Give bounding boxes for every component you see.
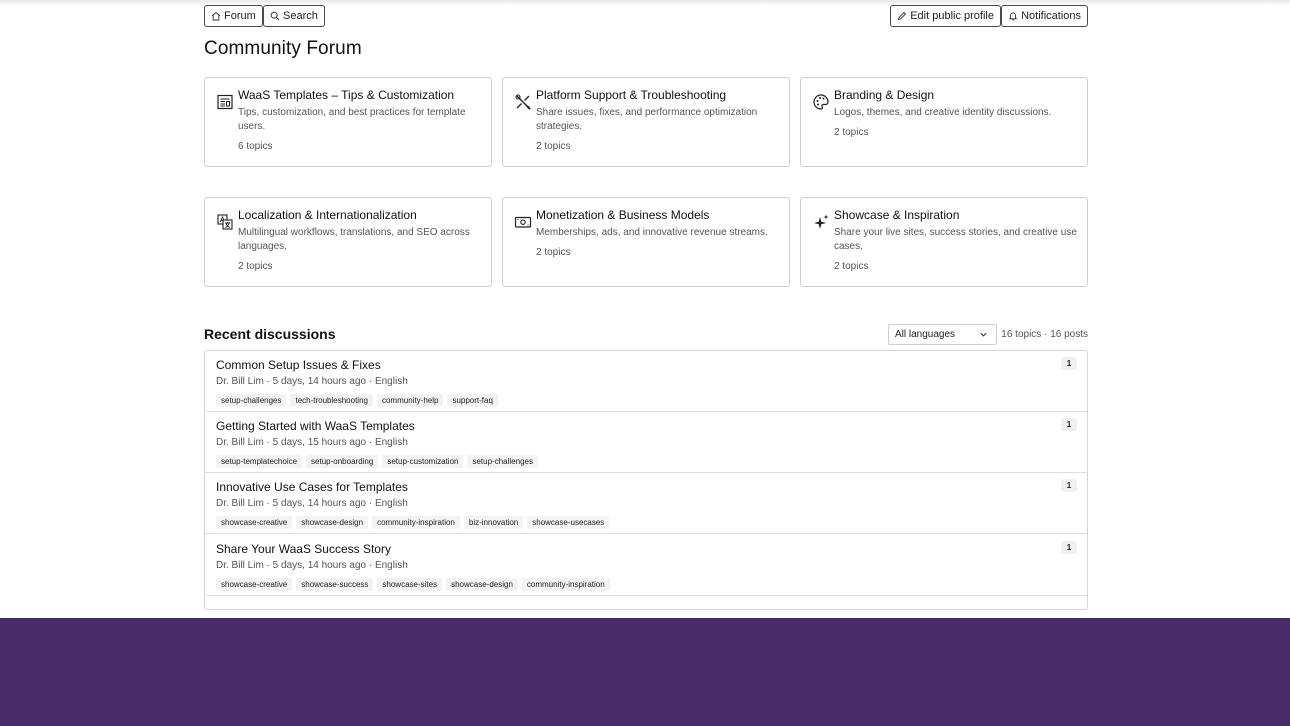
reply-count-badge: 1 (1061, 418, 1077, 431)
category-card-branding-design[interactable]: Branding & Design Logos, themes, and cre… (800, 77, 1088, 167)
discussion-row[interactable] (205, 597, 1087, 609)
category-card-platform-support[interactable]: Platform Support & Troubleshooting Share… (502, 77, 790, 167)
category-topic-count: 6 topics (238, 141, 273, 152)
tag[interactable]: showcase-sites (377, 578, 443, 591)
discussion-title[interactable]: Innovative Use Cases for Templates (216, 480, 408, 494)
tag[interactable]: showcase-creative (216, 516, 293, 529)
reply-count-badge: 1 (1061, 541, 1077, 554)
language-select[interactable]: All languages (888, 324, 997, 345)
discussion-meta: Dr. Bill Lim · 5 days, 14 hours ago · En… (216, 560, 408, 571)
tag[interactable]: setup-onboarding (306, 455, 379, 468)
home-icon (211, 11, 221, 21)
sparkle-icon (812, 213, 830, 231)
forum-button[interactable]: Forum (204, 5, 263, 27)
discussion-row[interactable]: Getting Started with WaaS Templates Dr. … (205, 412, 1087, 473)
cash-icon (514, 213, 532, 231)
category-description: Memberships, ads, and innovative revenue… (536, 227, 768, 238)
forum-button-label: Forum (224, 10, 256, 22)
category-name: Monetization & Business Models (536, 208, 710, 222)
tag[interactable]: biz-innovation (463, 516, 524, 529)
category-description: Share your live sites, success stories, … (834, 227, 1077, 252)
page-title: Community Forum (204, 38, 362, 59)
discussion-row[interactable]: Share Your WaaS Success Story Dr. Bill L… (205, 535, 1087, 596)
discussion-row[interactable]: Innovative Use Cases for Templates Dr. B… (205, 473, 1087, 534)
main-container: Forum Search Edit public profile Notific… (204, 0, 1088, 610)
search-button[interactable]: Search (263, 5, 325, 27)
tag-list: showcase-creative showcase-success showc… (216, 578, 610, 591)
category-description: Logos, themes, and creative identity dis… (834, 107, 1052, 118)
category-topic-count: 2 topics (536, 141, 571, 152)
category-card-localization[interactable]: Localization & Internationalization Mult… (204, 197, 492, 287)
discussion-title[interactable]: Common Setup Issues & Fixes (216, 358, 381, 372)
category-topic-count: 2 topics (536, 247, 571, 258)
category-description: Share issues, fixes, and performance opt… (536, 107, 758, 132)
tag[interactable]: showcase-design (446, 578, 518, 591)
notifications-label: Notifications (1021, 10, 1081, 22)
tag[interactable]: setup-customization (382, 455, 464, 468)
edit-profile-label: Edit public profile (910, 10, 994, 22)
recent-discussions-heading: Recent discussions (204, 326, 336, 342)
forum-page: Forum Search Edit public profile Notific… (0, 0, 1290, 618)
tag[interactable]: showcase-success (296, 578, 374, 591)
search-button-label: Search (283, 10, 318, 22)
tag[interactable]: tech-troubleshooting (290, 394, 373, 407)
discussion-meta: Dr. Bill Lim · 5 days, 15 hours ago · En… (216, 437, 408, 448)
discussion-meta: Dr. Bill Lim · 5 days, 14 hours ago · En… (216, 498, 408, 509)
category-name: Platform Support & Troubleshooting (536, 88, 727, 102)
pencil-icon (898, 11, 907, 21)
reply-count-badge: 1 (1061, 357, 1077, 370)
translate-icon (216, 213, 234, 231)
category-card-waas-templates[interactable]: WaaS Templates – Tips & Customization Ti… (204, 77, 492, 167)
discussion-list: Common Setup Issues & Fixes Dr. Bill Lim… (204, 350, 1088, 610)
notifications-button[interactable]: Notifications (1001, 5, 1088, 27)
discussion-title[interactable]: Getting Started with WaaS Templates (216, 419, 415, 433)
chevron-down-icon (980, 332, 987, 337)
tag[interactable]: setup-templatechoice (216, 455, 303, 468)
category-description: Tips, customization, and best practices … (238, 107, 466, 132)
category-name: Showcase & Inspiration (834, 208, 960, 222)
category-name: WaaS Templates – Tips & Customization (238, 88, 455, 102)
palette-icon (812, 93, 830, 111)
category-description: Multilingual workflows, translations, an… (238, 227, 470, 252)
tag[interactable]: community-help (376, 394, 444, 407)
language-select-value: All languages (895, 329, 956, 340)
tag-list: showcase-creative showcase-design commun… (216, 516, 610, 529)
document-icon (216, 93, 234, 111)
tools-icon (514, 93, 532, 111)
search-icon (270, 11, 280, 21)
category-topic-count: 2 topics (834, 127, 869, 138)
discussion-meta: Dr. Bill Lim · 5 days, 14 hours ago · En… (216, 376, 408, 387)
tag[interactable]: community-inspiration (521, 578, 610, 591)
tag[interactable]: setup-challenges (216, 394, 287, 407)
tag-list: setup-challenges tech-troubleshooting co… (216, 394, 498, 407)
topic-post-counts: 16 topics · 16 posts (1001, 329, 1088, 340)
tag[interactable]: setup-challenges (467, 455, 538, 468)
discussion-row[interactable]: Common Setup Issues & Fixes Dr. Bill Lim… (205, 351, 1087, 412)
footer-band (0, 618, 1290, 726)
tag-list: setup-templatechoice setup-onboarding se… (216, 455, 538, 468)
tag[interactable]: showcase-usecases (527, 516, 610, 529)
bell-icon (1008, 12, 1018, 21)
edit-profile-button[interactable]: Edit public profile (890, 5, 1001, 27)
tag[interactable]: showcase-design (296, 516, 369, 529)
category-name: Branding & Design (834, 88, 935, 102)
category-card-monetization[interactable]: Monetization & Business Models Membershi… (502, 197, 790, 287)
category-name: Localization & Internationalization (238, 208, 417, 222)
category-topic-count: 2 topics (238, 261, 273, 272)
category-topic-count: 2 topics (834, 261, 869, 272)
tag[interactable]: support-faq (447, 394, 498, 407)
reply-count-badge: 1 (1061, 479, 1077, 492)
discussion-title[interactable]: Share Your WaaS Success Story (216, 542, 391, 556)
tag[interactable]: showcase-creative (216, 578, 293, 591)
tag[interactable]: community-inspiration (372, 516, 460, 529)
toolbar: Forum Search Edit public profile Notific… (204, 0, 1088, 32)
category-card-showcase[interactable]: Showcase & Inspiration Share your live s… (800, 197, 1088, 287)
